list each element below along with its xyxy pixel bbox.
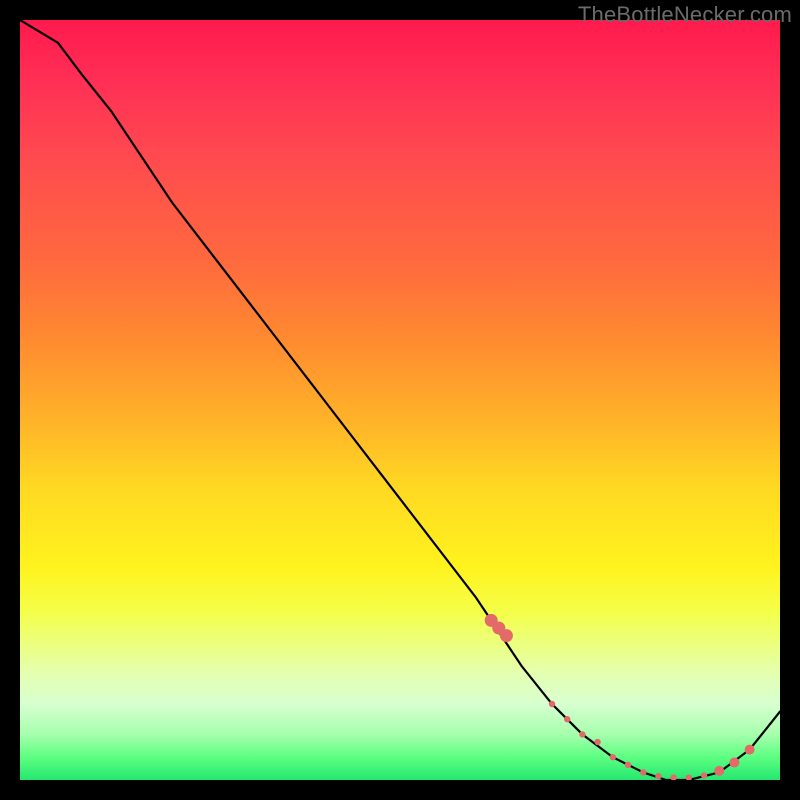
marker-dot <box>714 766 724 776</box>
highlight-markers <box>485 614 755 780</box>
marker-dot <box>640 769 646 775</box>
chart-overlay <box>20 20 780 780</box>
marker-dot <box>549 701 555 707</box>
marker-dot <box>579 731 585 737</box>
marker-dot <box>670 775 676 781</box>
marker-dot <box>655 773 661 779</box>
plot-area <box>20 20 780 780</box>
marker-dot <box>625 762 631 768</box>
marker-dot <box>564 716 570 722</box>
bottleneck-curve <box>20 20 780 780</box>
watermark-label: TheBottleNecker.com <box>578 2 792 28</box>
marker-dot <box>610 754 616 760</box>
marker-dot <box>686 775 692 781</box>
marker-dot <box>701 772 707 778</box>
chart-container: TheBottleNecker.com <box>0 0 800 800</box>
marker-dot <box>500 629 513 642</box>
marker-dot <box>594 739 600 745</box>
marker-dot <box>745 745 755 755</box>
marker-dot <box>729 758 739 768</box>
